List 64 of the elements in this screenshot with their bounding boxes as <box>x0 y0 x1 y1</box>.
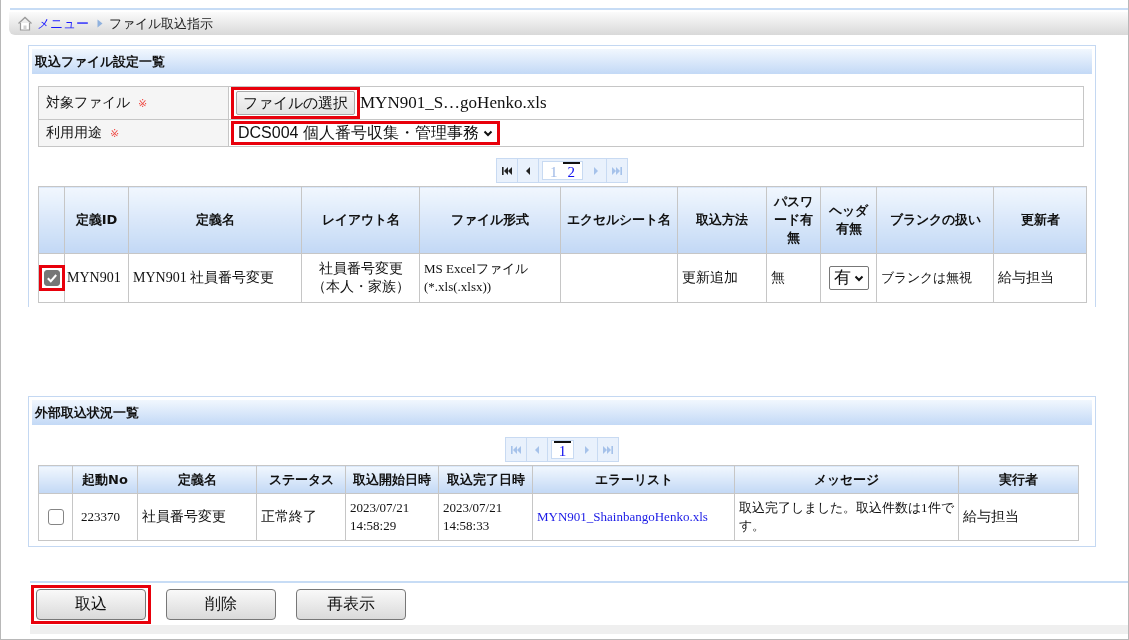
column-header: 実行者 <box>958 465 1079 494</box>
choose-file-button[interactable]: ファイルの選択 <box>236 91 355 115</box>
table-cell: 2023/07/21 14:58:33 <box>438 493 533 541</box>
table-cell: 正常終了 <box>256 493 346 541</box>
skip-to-last-icon <box>612 165 622 176</box>
column-header: 取込開始日時 <box>345 465 439 494</box>
file-link[interactable]: MYN901_ShainbangoHenko.xls <box>537 509 708 524</box>
column-header: ファイル形式 <box>419 186 561 254</box>
required-mark: ※ <box>110 127 120 140</box>
table-cell: MYN901 社員番号変更 <box>128 253 302 303</box>
triangle-separator-icon <box>97 19 103 28</box>
skip-to-first-icon <box>510 444 521 455</box>
triangle-right-icon <box>593 165 599 176</box>
column-header: 取込方法 <box>677 186 767 254</box>
column-header: ヘッダ有無 <box>820 186 877 254</box>
file-name: MYN901_S…goHenko.xls <box>360 93 547 112</box>
home-icon[interactable] <box>17 16 33 31</box>
column-header: ブランクの扱い <box>876 186 994 254</box>
column-header: 定義名 <box>128 186 302 254</box>
breadcrumb-current: ファイル取込指示 <box>109 14 213 33</box>
page-link[interactable]: 2 <box>562 162 580 179</box>
column-header: パスワード有無 <box>766 186 821 254</box>
column-header: 定義名 <box>137 465 257 494</box>
column-header: 定義ID <box>64 186 129 254</box>
required-mark: ※ <box>138 97 148 110</box>
table-cell: 給与担当 <box>993 253 1087 303</box>
skip-to-first-icon <box>502 165 512 176</box>
table-cell: 無 <box>766 253 821 303</box>
column-header: ステータス <box>256 465 346 494</box>
column-header: エラーリスト <box>532 465 735 494</box>
table-cell: MYN901 <box>64 253 129 303</box>
panel-title: 外部取込状況一覧 <box>35 403 139 422</box>
table-cell: ブランクは無視 <box>876 253 994 303</box>
action-button[interactable]: 削除 <box>166 589 276 620</box>
column-header: 取込完了日時 <box>438 465 533 494</box>
chevron-down-icon <box>853 274 864 282</box>
action-button[interactable]: 再表示 <box>296 589 406 620</box>
column-header: メッセージ <box>734 465 959 494</box>
skip-to-last-icon <box>603 444 614 455</box>
header-select[interactable]: 有 <box>828 266 869 290</box>
column-header: 起動No <box>72 465 138 494</box>
panel-title: 取込ファイル設定一覧 <box>35 52 165 71</box>
action-button[interactable]: 取込 <box>36 589 146 620</box>
table-cell: 更新追加 <box>677 253 767 303</box>
table-cell: 給与担当 <box>958 493 1079 541</box>
checkbox[interactable] <box>47 509 64 525</box>
table-cell: 2023/07/21 14:58:29 <box>345 493 439 541</box>
page-link[interactable]: 1 <box>553 441 572 458</box>
field-label: 対象ファイル <box>46 94 130 110</box>
table-cell: 社員番号変更 <box>137 493 257 541</box>
purpose-select[interactable]: DCS004 個人番号収集・管理事務 <box>236 124 495 142</box>
triangle-right-icon <box>584 444 591 455</box>
table-cell: 取込完了しました。取込件数は1件です。 <box>734 493 959 541</box>
field-label: 利用用途 <box>46 124 102 140</box>
table-cell: MS Excelファイル (*.xls(.xlsx)) <box>419 253 561 303</box>
chevron-down-icon <box>482 129 493 137</box>
triangle-left-icon <box>533 444 540 455</box>
column-header: 更新者 <box>993 186 1087 254</box>
checkbox[interactable] <box>44 270 60 286</box>
triangle-left-icon <box>525 165 531 176</box>
column-header: レイアウト名 <box>301 186 420 254</box>
breadcrumb-link[interactable]: メニュー <box>37 14 89 33</box>
table-cell: 社員番号変更（本人・家族） <box>301 253 420 303</box>
table-cell: 223370 <box>72 493 138 541</box>
